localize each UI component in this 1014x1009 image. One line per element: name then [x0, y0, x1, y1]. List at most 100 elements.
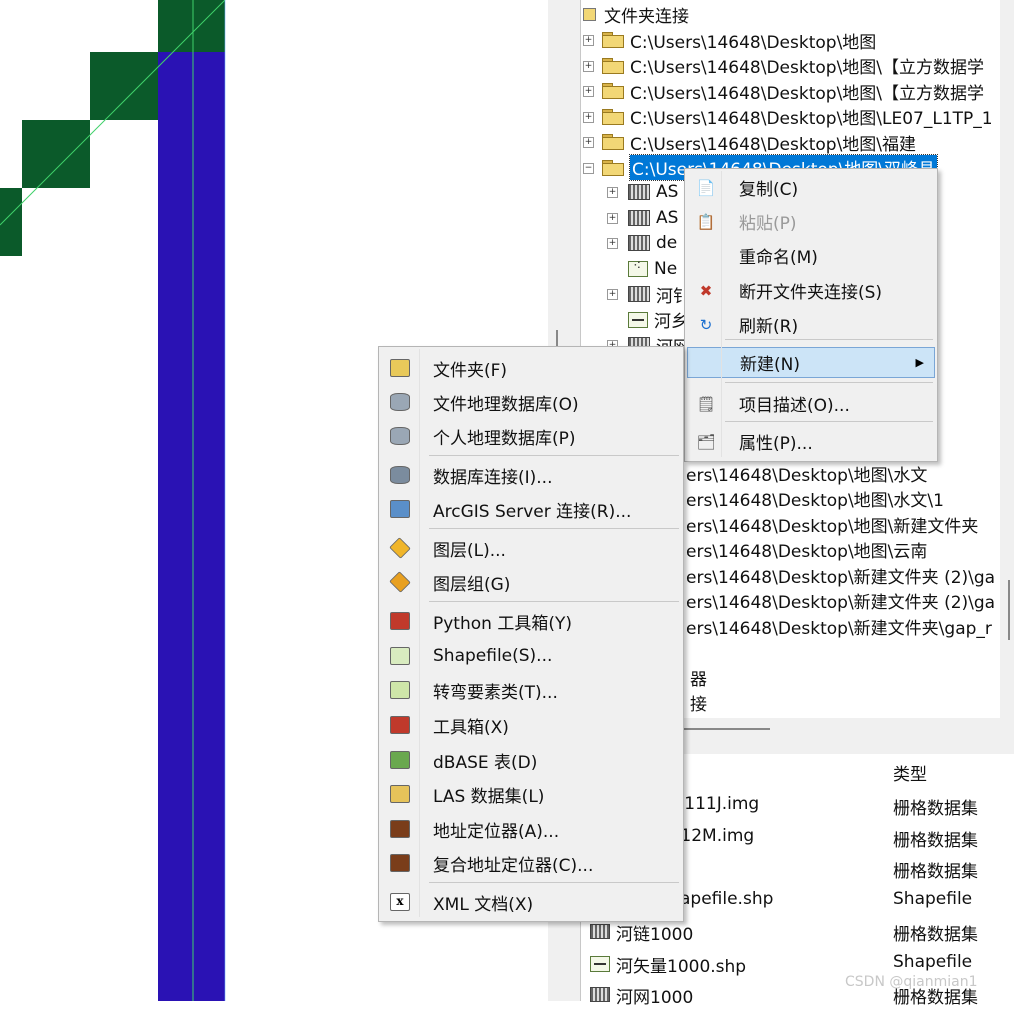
tree-folder-item[interactable]: C:\Users\14648\Desktop\地图	[602, 28, 876, 53]
new-submenu-item[interactable]: 复合地址定位器(C)...	[381, 848, 681, 878]
tree-child-item[interactable]: 河钅	[628, 282, 690, 307]
context-menu-item[interactable]: 新建(N) ▶	[687, 347, 935, 378]
tree-folder-item[interactable]: ers\14648\Desktop\新建文件夹 (2)\ga	[686, 563, 996, 588]
expand-toggle[interactable]: +	[583, 60, 594, 72]
xml-document-icon: x	[389, 891, 411, 913]
new-submenu-label: 文件地理数据库(O)	[433, 394, 579, 415]
python-toolbox-icon	[389, 610, 411, 632]
tree-folder-item[interactable]: C:\Users\14648\Desktop\地图\LE07_L1TP_1	[602, 105, 993, 129]
tree-folder-item[interactable]: C:\Users\14648\Desktop\地图\【立方数据学	[602, 79, 985, 104]
new-submenu-item[interactable]: 文件地理数据库(O)	[381, 387, 681, 417]
new-submenu-label: 转弯要素类(T)...	[433, 682, 558, 703]
tree-folder-item[interactable]: ers\14648\Desktop\新建文件夹\gap_r	[686, 614, 992, 639]
new-submenu-item[interactable]: 地址定位器(A)...	[381, 814, 681, 844]
context-menu-item[interactable]: 🗂 属性(P)...	[687, 426, 935, 457]
submenu-arrow-icon: ▶	[915, 356, 924, 369]
context-menu-item[interactable]: 🗒 项目描述(O)...	[687, 388, 935, 419]
new-submenu-item[interactable]: 文件夹(F)	[381, 353, 681, 383]
icon-shape	[389, 571, 411, 593]
icon-shape	[390, 393, 410, 411]
new-submenu-item[interactable]: 转弯要素类(T)...	[381, 675, 681, 705]
composite-locator-icon	[389, 852, 411, 874]
toolbox-icon	[389, 714, 411, 736]
raster-dataset-icon	[628, 235, 650, 251]
tree-scrollbar[interactable]	[1000, 0, 1014, 718]
expand-toggle[interactable]: −	[583, 162, 594, 174]
new-submenu-item[interactable]: 个人地理数据库(P)	[381, 421, 681, 451]
tree-folder-item[interactable]: C:\Users\14648\Desktop\地图\福建	[602, 130, 917, 155]
tree-child-item[interactable]: AS	[628, 206, 678, 230]
context-menu-item[interactable]: 📄 复制(C)	[687, 172, 935, 203]
expand-toggle[interactable]: +	[583, 137, 594, 148]
new-submenu-item[interactable]: 图层组(G)	[381, 567, 681, 597]
new-submenu-item[interactable]: x XML 文档(X)	[381, 887, 681, 917]
icon-shape	[390, 500, 410, 518]
screen: 文件夹连接 + C:\Users\14648\Desktop\地图 + C:\User…	[0, 0, 1014, 1008]
scroll-thumb[interactable]	[1008, 580, 1010, 640]
file-type: Shapefile	[893, 951, 973, 972]
file-type: 栅格数据集	[893, 862, 978, 882]
column-header-type[interactable]: 类型	[893, 760, 927, 785]
tree-child-label: AS	[656, 207, 679, 228]
tree-folder-label: ers\14648\Desktop\地图\云南	[686, 542, 928, 562]
turn-feature-class-icon	[389, 679, 411, 701]
tree-folder-item[interactable]: ers\14648\Desktop\新建文件夹 (2)\ga	[686, 589, 995, 613]
context-menu-item[interactable]: 重命名(M)	[687, 240, 935, 271]
tree-folder-label: ers\14648\Desktop\新建文件夹 (2)\ga	[686, 593, 996, 613]
splitter-line	[680, 728, 770, 730]
arcgis-server-icon	[389, 498, 411, 520]
expand-toggle[interactable]: +	[583, 86, 594, 97]
context-menu-item[interactable]: ✖ 断开文件夹连接(S)	[687, 275, 935, 306]
expand-toggle[interactable]: +	[607, 238, 618, 249]
icon-shape	[390, 854, 410, 872]
address-locator-icon	[389, 818, 411, 840]
file-geodatabase-icon	[389, 391, 411, 413]
folder-connections-icon	[583, 7, 596, 21]
new-submenu-item[interactable]: LAS 数据集(L)	[381, 779, 681, 809]
tree-folder-label: ers\14648\Desktop\地图\水文\1	[686, 491, 944, 511]
new-submenu-label: 数据库连接(I)...	[433, 467, 553, 488]
expand-toggle[interactable]: +	[607, 187, 618, 198]
tree-folder-item[interactable]: ers\14648\Desktop\地图\新建文件夹	[686, 512, 978, 537]
tree-child-item[interactable]: de	[628, 231, 677, 255]
tree-root[interactable]: 文件夹连接	[583, 2, 689, 27]
expand-toggle[interactable]: +	[583, 35, 594, 46]
new-submenu: 文件夹(F) 文件地理数据库(O) 个人地理数据库(P) 数据库连接(I)... Arc…	[378, 346, 684, 922]
tree-folder-item[interactable]: ers\14648\Desktop\地图\云南	[686, 538, 927, 562]
shapefile-icon	[389, 645, 411, 667]
new-submenu-item[interactable]: 图层(L)...	[381, 533, 681, 563]
new-submenu-item[interactable]: ArcGIS Server 连接(R)...	[381, 494, 681, 524]
context-menu-item[interactable]: 📋 粘贴(P)	[687, 206, 935, 237]
new-submenu-item[interactable]: Python 工具箱(Y)	[381, 606, 681, 636]
copy-icon: 📄	[696, 178, 716, 197]
tree-root-label: 文件夹连接	[604, 6, 689, 27]
tree-folder-label: C:\Users\14648\Desktop\地图\福建	[630, 134, 917, 155]
expand-toggle[interactable]: +	[607, 289, 618, 300]
tree-folder-label: ers\14648\Desktop\新建文件夹 (2)\ga	[686, 567, 996, 588]
file-name: 河链1000	[616, 925, 694, 945]
new-submenu-item[interactable]: 数据库连接(I)...	[381, 460, 681, 490]
tree-folder-label: C:\Users\14648\Desktop\地图\【立方数据学	[630, 83, 985, 104]
new-submenu-label: LAS 数据集(L)	[433, 786, 545, 807]
disconnect-folder-icon: ✖	[699, 281, 713, 300]
new-submenu-item[interactable]: dBASE 表(D)	[381, 745, 681, 775]
tree-child-item[interactable]: 河乡	[628, 308, 688, 332]
tree-item[interactable]: 器	[690, 665, 707, 690]
tree-item[interactable]: 接	[690, 690, 707, 715]
tree-folder-item[interactable]: ers\14648\Desktop\地图\水文\1	[686, 487, 944, 511]
new-submenu-item[interactable]: 工具箱(X)	[381, 710, 681, 740]
context-menu-item[interactable]: ↻ 刷新(R)	[687, 309, 935, 340]
file-name: 河网1000	[616, 988, 694, 1008]
expand-toggle[interactable]: +	[607, 212, 618, 224]
expand-toggle[interactable]: +	[583, 111, 594, 123]
tree-child-item[interactable]: Ne	[628, 257, 677, 281]
tree-folder-item[interactable]: C:\Users\14648\Desktop\地图\【立方数据学	[602, 54, 984, 78]
item-description-icon: 🗒	[696, 394, 716, 413]
icon-shape	[390, 785, 410, 803]
file-list-row[interactable]: 河链1000 栅格数据集	[590, 918, 1010, 946]
tree-folder-item[interactable]: ers\14648\Desktop\地图\水文	[686, 461, 928, 486]
tree-child-item[interactable]: AS	[628, 180, 678, 204]
raster-cell	[158, 52, 225, 1001]
tree-folder-label: ers\14648\Desktop\地图\水文	[686, 465, 928, 486]
new-submenu-item[interactable]: Shapefile(S)...	[381, 641, 681, 671]
